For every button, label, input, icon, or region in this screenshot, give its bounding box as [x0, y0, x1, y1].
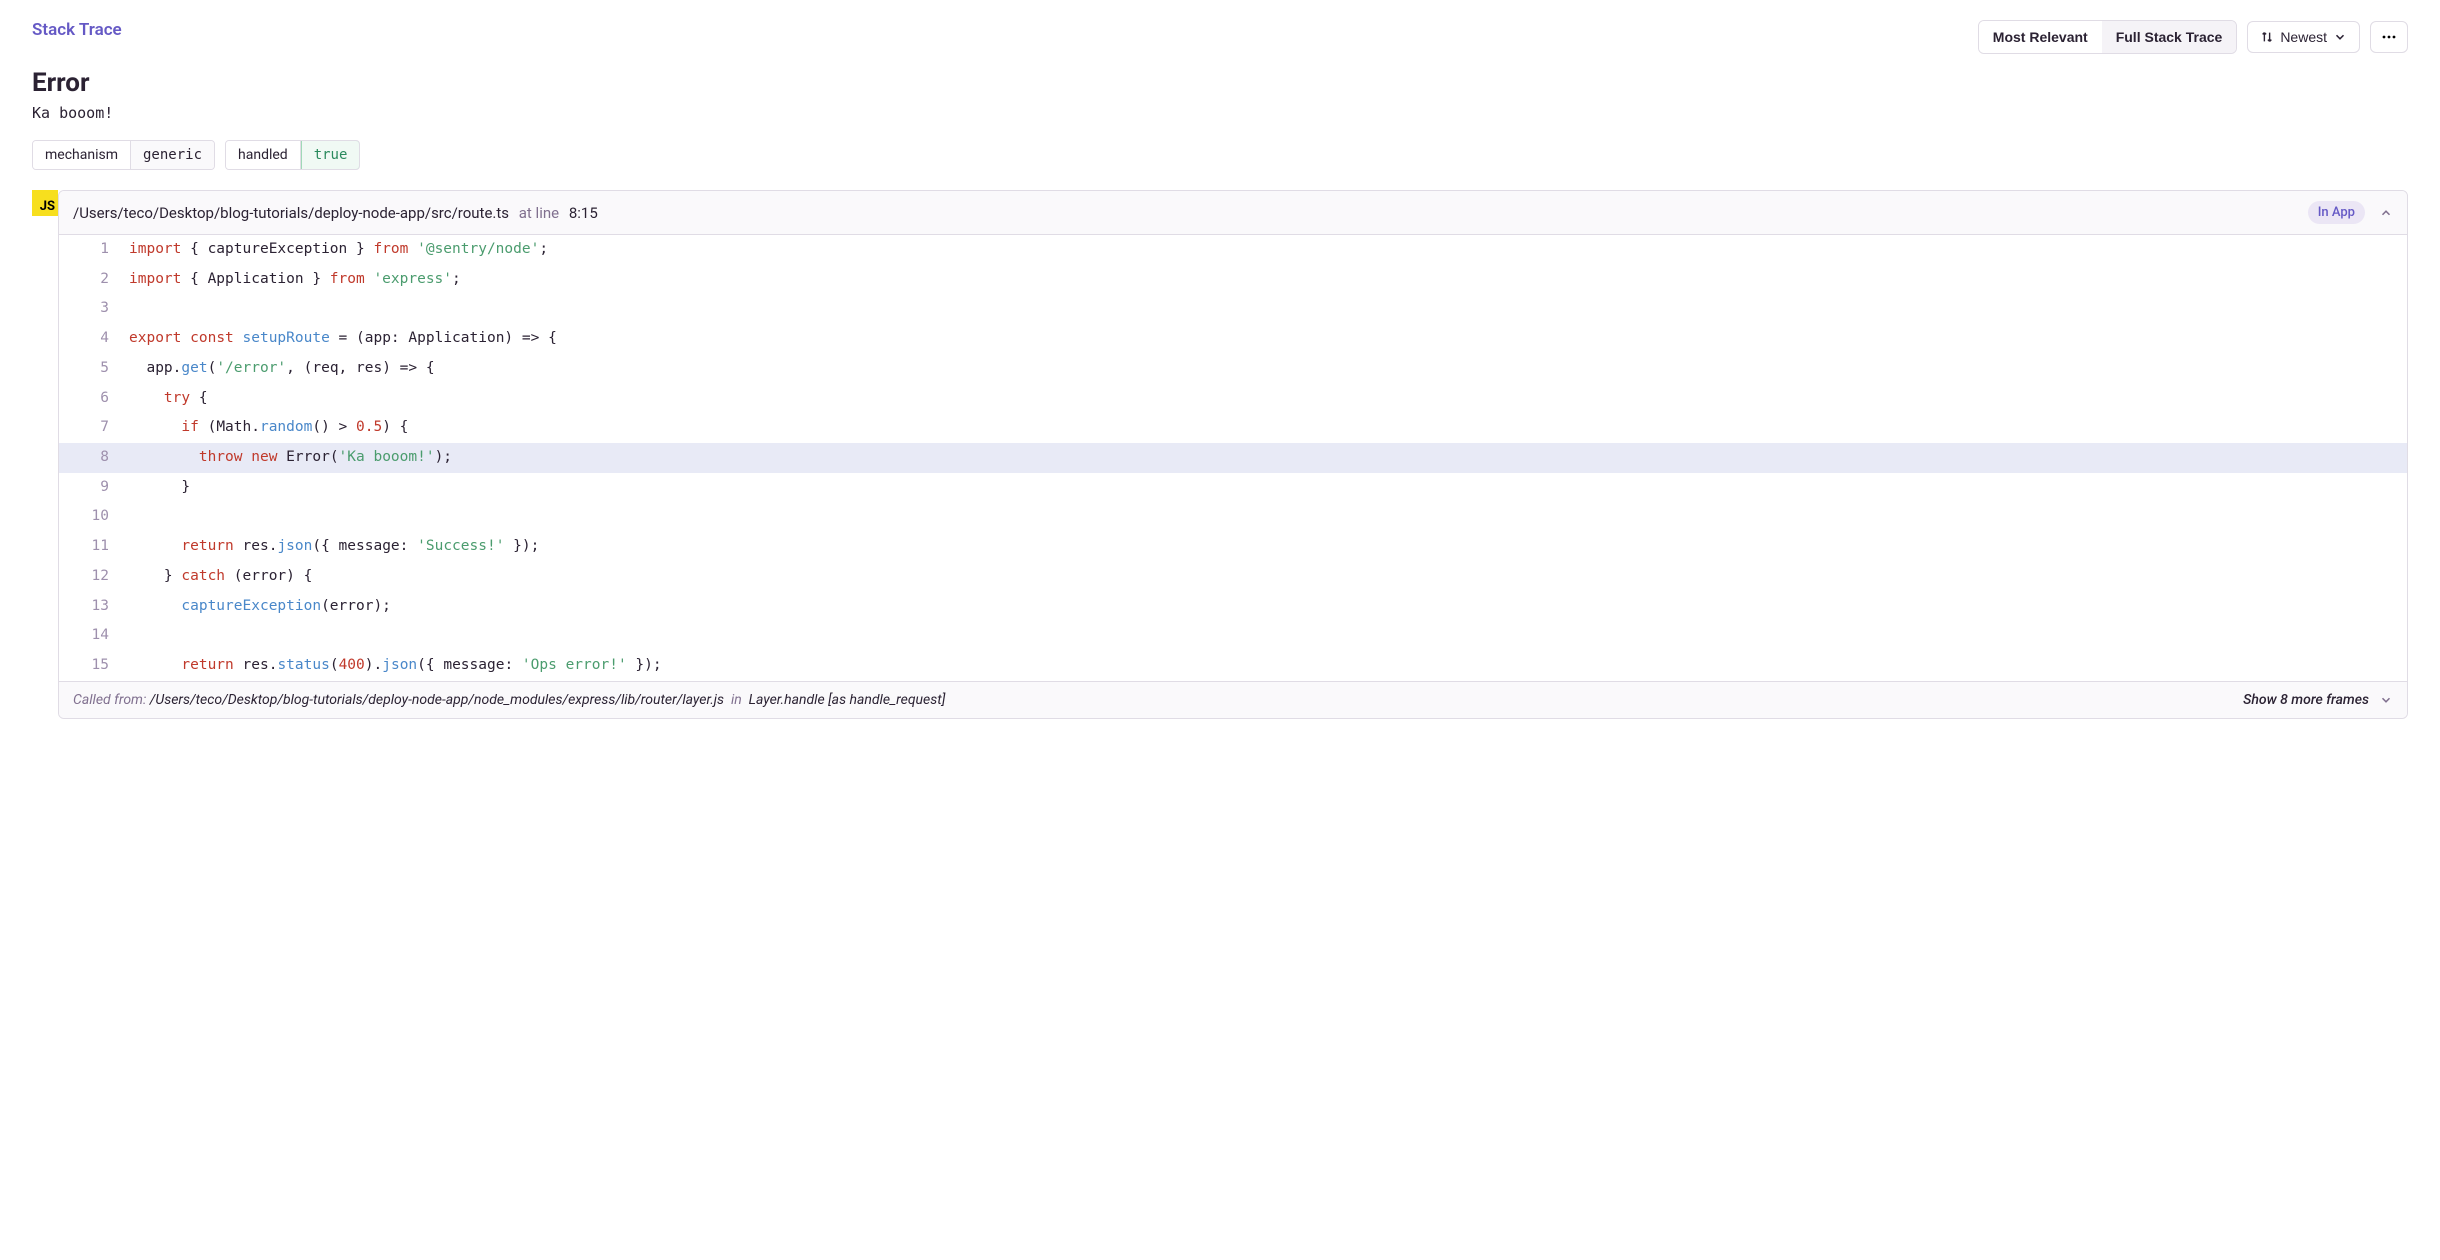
- code-line: 15 return res.status(400).json({ message…: [59, 651, 2407, 681]
- code-content: app.get('/error', (req, res) => {: [129, 354, 2407, 384]
- code-line: 10: [59, 502, 2407, 532]
- code-content: export const setupRoute = (app: Applicat…: [129, 324, 2407, 354]
- code-content: try {: [129, 384, 2407, 414]
- tag-key: mechanism: [33, 141, 131, 169]
- code-content: if (Math.random() > 0.5) {: [129, 413, 2407, 443]
- line-gutter: 15: [59, 651, 129, 681]
- ellipsis-icon: [2381, 29, 2397, 45]
- chevron-down-icon: [2379, 693, 2393, 707]
- code-content: }: [129, 473, 2407, 503]
- code-block: 1import { captureException } from '@sent…: [59, 235, 2407, 681]
- language-badge-icon: JS: [32, 190, 58, 216]
- line-gutter: 7: [59, 413, 129, 443]
- error-message: Ka booom!: [32, 104, 2408, 122]
- tag-value: true: [301, 140, 361, 170]
- frame-path: /Users/teco/Desktop/blog-tutorials/deplo…: [73, 204, 509, 222]
- code-content: return res.status(400).json({ message: '…: [129, 651, 2407, 681]
- in-app-badge: In App: [2308, 201, 2365, 224]
- code-line: 6 try {: [59, 384, 2407, 414]
- line-gutter: 1: [59, 235, 129, 265]
- code-content: [129, 294, 2407, 324]
- called-from-function: Layer.handle [as handle_request]: [749, 692, 946, 708]
- more-actions-button[interactable]: [2370, 21, 2408, 53]
- code-line: 8 throw new Error('Ka booom!');: [59, 443, 2407, 473]
- sort-button[interactable]: Newest: [2247, 21, 2360, 53]
- line-gutter: 9: [59, 473, 129, 503]
- line-gutter: 5: [59, 354, 129, 384]
- line-gutter: 14: [59, 621, 129, 651]
- code-line: 7 if (Math.random() > 0.5) {: [59, 413, 2407, 443]
- line-gutter: 12: [59, 562, 129, 592]
- full-stack-toggle[interactable]: Full Stack Trace: [2102, 21, 2237, 53]
- line-gutter: 11: [59, 532, 129, 562]
- called-from-path: /Users/teco/Desktop/blog-tutorials/deplo…: [150, 692, 724, 708]
- frame-header[interactable]: /Users/teco/Desktop/blog-tutorials/deplo…: [59, 191, 2407, 235]
- code-line: 12 } catch (error) {: [59, 562, 2407, 592]
- line-gutter: 4: [59, 324, 129, 354]
- sort-label: Newest: [2280, 29, 2327, 45]
- code-content: import { Application } from 'express';: [129, 265, 2407, 295]
- line-number: 8:15: [569, 204, 598, 222]
- stack-frame: /Users/teco/Desktop/blog-tutorials/deplo…: [58, 190, 2408, 719]
- code-line: 1import { captureException } from '@sent…: [59, 235, 2407, 265]
- code-content: } catch (error) {: [129, 562, 2407, 592]
- code-line: 4export const setupRoute = (app: Applica…: [59, 324, 2407, 354]
- line-gutter: 6: [59, 384, 129, 414]
- show-more-label: Show 8 more frames: [2243, 692, 2369, 708]
- line-gutter: 13: [59, 592, 129, 622]
- section-title: Stack Trace: [32, 20, 122, 40]
- code-line: 9 }: [59, 473, 2407, 503]
- code-line: 13 captureException(error);: [59, 592, 2407, 622]
- relevance-toggle: Most Relevant Full Stack Trace: [1978, 20, 2238, 54]
- code-line: 3: [59, 294, 2407, 324]
- tags-row: mechanism generic handled true: [32, 140, 2408, 170]
- code-line: 14: [59, 621, 2407, 651]
- code-line: 5 app.get('/error', (req, res) => {: [59, 354, 2407, 384]
- code-content: captureException(error);: [129, 592, 2407, 622]
- code-content: import { captureException } from '@sentr…: [129, 235, 2407, 265]
- line-gutter: 2: [59, 265, 129, 295]
- code-line: 2import { Application } from 'express';: [59, 265, 2407, 295]
- line-gutter: 3: [59, 294, 129, 324]
- code-content: [129, 502, 2407, 532]
- called-from-label: Called from:: [73, 692, 146, 708]
- frame-footer: Called from: /Users/teco/Desktop/blog-tu…: [59, 681, 2407, 718]
- most-relevant-toggle[interactable]: Most Relevant: [1979, 21, 2102, 53]
- tag-handled[interactable]: handled true: [225, 140, 360, 170]
- tag-value: generic: [131, 141, 214, 169]
- tag-mechanism[interactable]: mechanism generic: [32, 140, 215, 170]
- chevron-down-icon: [2333, 30, 2347, 44]
- collapse-icon[interactable]: [2379, 206, 2393, 220]
- in-label: in: [731, 692, 742, 708]
- sort-arrows-icon: [2260, 30, 2274, 44]
- line-gutter: 10: [59, 502, 129, 532]
- code-content: return res.json({ message: 'Success!' })…: [129, 532, 2407, 562]
- header-controls: Most Relevant Full Stack Trace Newest: [1978, 20, 2408, 54]
- code-content: [129, 621, 2407, 651]
- at-line-label: at line: [519, 204, 559, 222]
- code-line: 11 return res.json({ message: 'Success!'…: [59, 532, 2407, 562]
- frame-location: /Users/teco/Desktop/blog-tutorials/deplo…: [73, 204, 598, 222]
- tag-key: handled: [226, 141, 301, 169]
- code-content: throw new Error('Ka booom!');: [129, 443, 2407, 473]
- error-type-heading: Error: [32, 68, 2408, 98]
- show-more-frames-button[interactable]: Show 8 more frames: [2243, 692, 2393, 708]
- line-gutter: 8: [59, 443, 129, 473]
